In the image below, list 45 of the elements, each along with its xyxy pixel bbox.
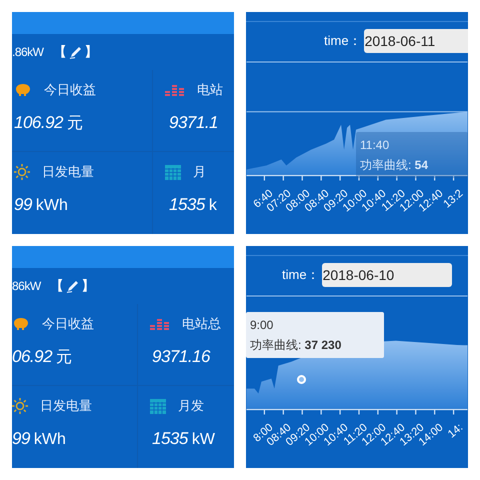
stat-label: 日发电量 bbox=[40, 397, 92, 416]
pencil-icon bbox=[68, 45, 83, 59]
stat-value: 99 bbox=[12, 428, 30, 450]
sun-icon bbox=[12, 398, 28, 414]
power-value: 86kW bbox=[12, 278, 41, 295]
stat-value: 1535 bbox=[169, 194, 205, 216]
edit-button[interactable]: 【 】 bbox=[54, 42, 98, 62]
axis-label: 14: bbox=[444, 420, 466, 443]
time-label: time： bbox=[324, 32, 362, 50]
tooltip-value: 功率曲线: 54 bbox=[360, 157, 430, 174]
calendar-icon bbox=[165, 164, 181, 180]
time-label: time： bbox=[282, 266, 320, 284]
calendar-icon bbox=[150, 398, 166, 414]
stat-label: 今日收益 bbox=[44, 81, 96, 100]
stat-value: 106.92 bbox=[14, 112, 63, 134]
stat-label: 电站 bbox=[197, 81, 223, 100]
piggy-bank-icon bbox=[14, 83, 32, 97]
tooltip-time: 11:40 bbox=[360, 137, 390, 154]
stat-label: 月 bbox=[193, 163, 206, 182]
equalizer-icon bbox=[165, 83, 185, 97]
unit-label: kWh bbox=[36, 196, 68, 216]
equalizer-icon bbox=[150, 317, 170, 331]
unit-label: kW bbox=[192, 430, 215, 450]
stat-value: 1535 bbox=[152, 428, 188, 450]
edit-button[interactable]: 【 】 bbox=[50, 276, 95, 296]
stat-label: 今日收益 bbox=[42, 315, 94, 334]
stat-value: 99 bbox=[14, 194, 32, 216]
tooltip-time: 9:00 bbox=[250, 317, 274, 334]
pencil-icon bbox=[66, 279, 80, 293]
stat-value: 06.92 bbox=[12, 346, 52, 368]
stat-label: 日发电量 bbox=[42, 163, 94, 182]
sun-icon bbox=[14, 164, 30, 180]
tooltip-value: 功率曲线: 37 230 bbox=[250, 337, 342, 354]
date-field[interactable]: 2018-06-10 bbox=[322, 262, 452, 287]
date-field[interactable]: 2018-06-11 bbox=[364, 28, 468, 53]
stat-label: 月发 bbox=[178, 397, 204, 416]
unit-label: 元 bbox=[56, 348, 72, 368]
unit-label: kWh bbox=[34, 430, 66, 450]
stat-value: 9371.16 bbox=[152, 346, 210, 368]
stat-value: 9371.1 bbox=[169, 112, 218, 134]
piggy-bank-icon bbox=[12, 317, 30, 331]
unit-label: k bbox=[208, 196, 217, 216]
unit-label: 元 bbox=[67, 114, 83, 134]
power-value: .86kW bbox=[12, 44, 44, 61]
stat-label: 电站总 bbox=[182, 315, 221, 334]
